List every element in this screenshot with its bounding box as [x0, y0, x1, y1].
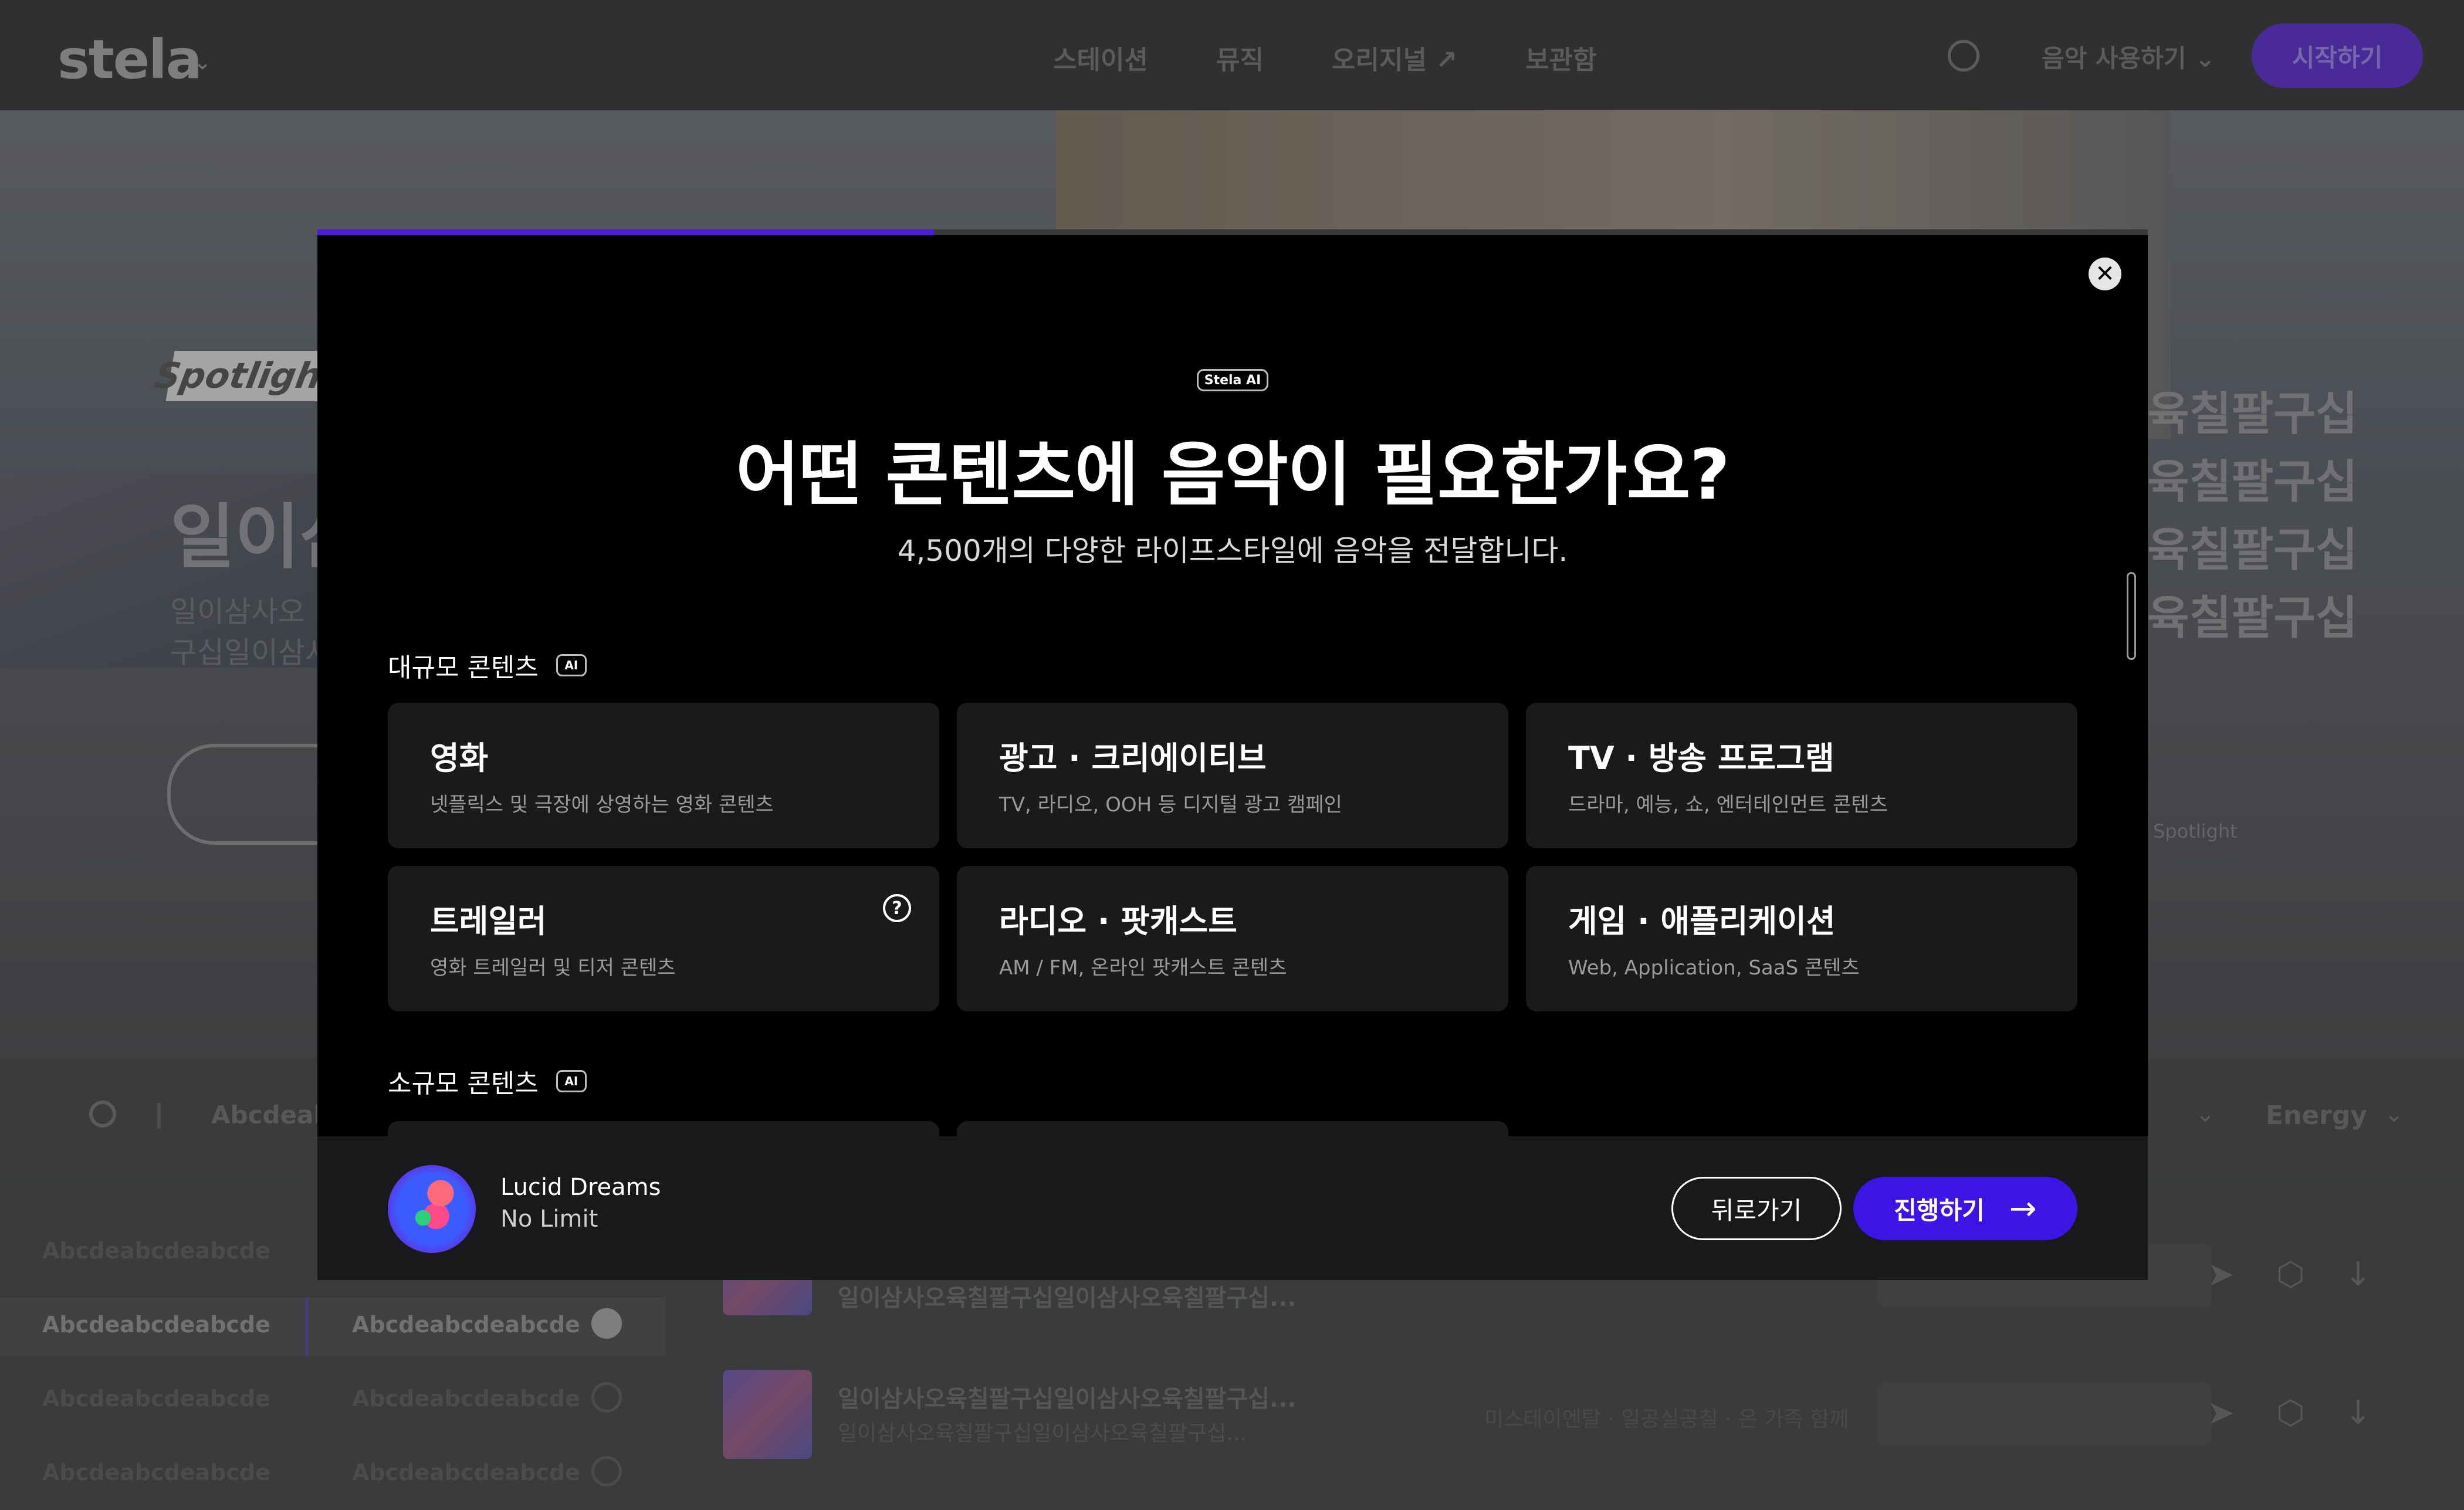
card-title: 트레일러: [430, 903, 547, 940]
album-art: [388, 1165, 476, 1253]
content-type-modal: ✕ Stela AI 어떤 콘텐츠에 음악이 필요한가요? 4,500개의 다양…: [317, 229, 2148, 1280]
section-label-large: 대규모 콘텐츠 AI: [388, 646, 587, 684]
modal-title: 어떤 콘텐츠에 음악이 필요한가요?: [736, 434, 1730, 515]
proceed-button[interactable]: 진행하기 →: [1853, 1177, 2077, 1240]
section-label-text: 소규모 콘텐츠: [388, 1069, 539, 1099]
card-description: TV, 라디오, OOH 등 디지털 광고 캠페인: [999, 793, 1342, 817]
card-description: AM / FM, 온라인 팟캐스트 콘텐츠: [999, 956, 1287, 980]
close-icon[interactable]: ✕: [2089, 258, 2121, 290]
card-description: 드라마, 예능, 쇼, 엔터테인먼트 콘텐츠: [1568, 793, 1888, 817]
scrollbar-thumb[interactable]: [2127, 572, 2136, 660]
card-description: 영화 트레일러 및 티저 콘텐츠: [430, 956, 676, 980]
card-title: 게임 · 애플리케이션: [1568, 903, 1836, 940]
card-title: TV · 방송 프로그램: [1568, 740, 1835, 777]
card-title: 라디오 · 팟캐스트: [999, 903, 1237, 940]
card-game-application[interactable]: 게임 · 애플리케이션 Web, Application, SaaS 콘텐츠: [1526, 866, 2077, 1011]
card-radio-podcast[interactable]: 라디오 · 팟캐스트 AM / FM, 온라인 팟캐스트 콘텐츠: [957, 866, 1508, 1011]
progress-fill: [317, 229, 935, 235]
card-tv-broadcast[interactable]: TV · 방송 프로그램 드라마, 예능, 쇼, 엔터테인먼트 콘텐츠: [1526, 703, 2077, 848]
card-title: 영화: [430, 740, 489, 777]
card-description: Web, Application, SaaS 콘텐츠: [1568, 956, 1860, 980]
proceed-button-label: 진행하기: [1894, 1196, 1985, 1225]
ai-chip: AI: [556, 654, 587, 676]
card-movie[interactable]: 영화 넷플릭스 및 극장에 상영하는 영화 콘텐츠: [388, 703, 939, 848]
card-description: 넷플릭스 및 극장에 상영하는 영화 콘텐츠: [430, 793, 774, 817]
back-button[interactable]: 뒤로가기: [1671, 1177, 1842, 1240]
modal-subtitle: 4,500개의 다양한 라이프스타일에 음악을 전달합니다.: [897, 534, 1568, 568]
arrow-right-icon: →: [2009, 1189, 2037, 1228]
song-title: Lucid Dreams: [500, 1174, 661, 1201]
ai-chip: AI: [556, 1070, 587, 1092]
stela-ai-badge: Stela AI: [1197, 369, 1268, 391]
card-trailer[interactable]: 트레일러 영화 트레일러 및 티저 콘텐츠 ?: [388, 866, 939, 1011]
card-title: 광고 · 크리에이티브: [999, 740, 1267, 777]
song-artist: No Limit: [500, 1206, 598, 1233]
card-advertising[interactable]: 광고 · 크리에이티브 TV, 라디오, OOH 등 디지털 광고 캠페인: [957, 703, 1508, 848]
section-label-text: 대규모 콘텐츠: [388, 653, 539, 683]
help-circle-icon[interactable]: ?: [883, 894, 911, 922]
section-label-small: 소규모 콘텐츠 AI: [388, 1062, 587, 1100]
